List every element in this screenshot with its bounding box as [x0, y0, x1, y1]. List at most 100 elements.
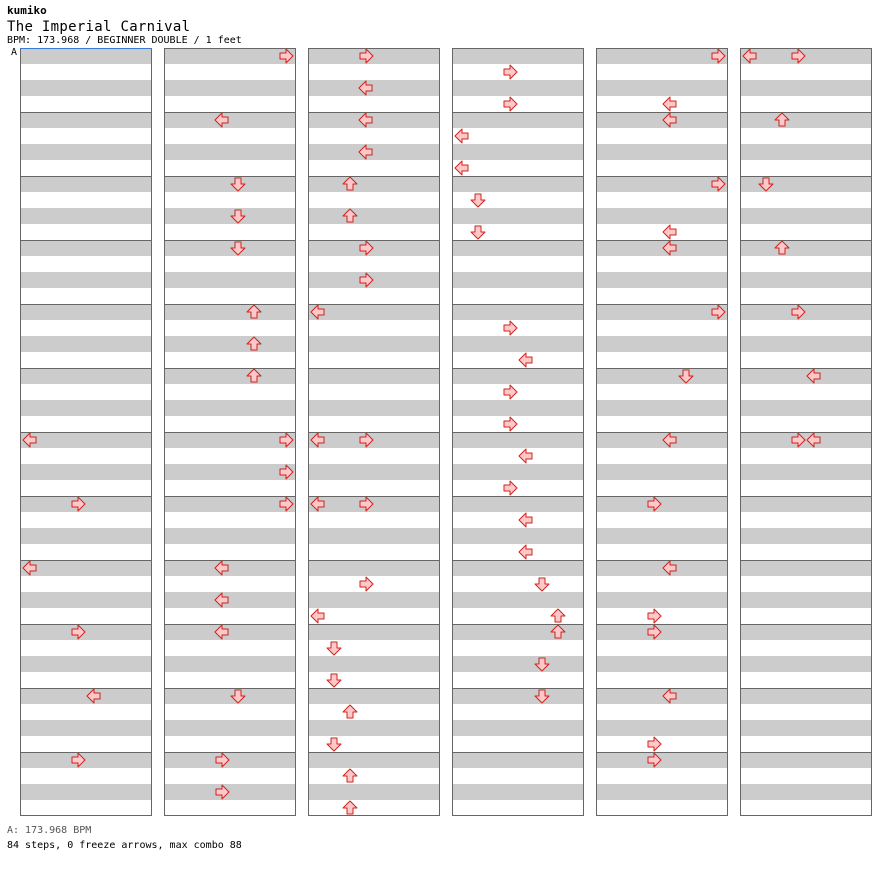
- beat-band: [452, 304, 584, 320]
- beat-band: [740, 208, 872, 224]
- beat-band: [164, 240, 296, 256]
- beat-band: [452, 496, 584, 512]
- beat-band: [308, 464, 440, 480]
- beat-band: [308, 560, 440, 576]
- beat-band: [596, 240, 728, 256]
- beat-band: [596, 336, 728, 352]
- beat-band: [740, 528, 872, 544]
- beat-band: [308, 208, 440, 224]
- beat-band: [740, 336, 872, 352]
- beat-band: [740, 432, 872, 448]
- beat-band: [452, 752, 584, 768]
- beat-band: [20, 624, 152, 640]
- beat-band: [740, 240, 872, 256]
- beat-band: [20, 528, 152, 544]
- beat-band: [596, 464, 728, 480]
- beat-band: [308, 400, 440, 416]
- beat-band: [452, 240, 584, 256]
- beat-band: [20, 464, 152, 480]
- beat-band: [164, 80, 296, 96]
- beat-band: [596, 208, 728, 224]
- beat-band: [596, 112, 728, 128]
- beat-band: [164, 752, 296, 768]
- beat-band: [164, 368, 296, 384]
- beat-band: [20, 752, 152, 768]
- beat-band: [20, 784, 152, 800]
- beat-band: [20, 720, 152, 736]
- beat-band: [596, 496, 728, 512]
- beat-band: [596, 592, 728, 608]
- beat-band: [164, 784, 296, 800]
- beat-band: [20, 304, 152, 320]
- beat-band: [164, 528, 296, 544]
- beat-band: [164, 272, 296, 288]
- beat-band: [164, 112, 296, 128]
- beat-band: [596, 304, 728, 320]
- beat-band: [596, 528, 728, 544]
- beat-band: [164, 688, 296, 704]
- beat-band: [308, 752, 440, 768]
- beat-band: [596, 80, 728, 96]
- beat-band: [308, 592, 440, 608]
- beat-band: [20, 48, 152, 64]
- beat-band: [452, 656, 584, 672]
- beat-band: [20, 208, 152, 224]
- beat-band: [20, 112, 152, 128]
- beat-band: [452, 560, 584, 576]
- beat-band: [308, 496, 440, 512]
- beat-band: [596, 656, 728, 672]
- beat-band: [596, 272, 728, 288]
- beat-band: [452, 368, 584, 384]
- beat-band: [596, 400, 728, 416]
- beat-band: [20, 688, 152, 704]
- beat-band: [740, 784, 872, 800]
- beat-band: [164, 336, 296, 352]
- beat-band: [596, 560, 728, 576]
- beat-band: [308, 688, 440, 704]
- footer-bpm: A: 173.968 BPM: [7, 825, 92, 836]
- beat-band: [452, 720, 584, 736]
- beat-band: [308, 528, 440, 544]
- beat-band: [596, 432, 728, 448]
- beat-band: [308, 176, 440, 192]
- beat-band: [164, 464, 296, 480]
- beat-band: [740, 624, 872, 640]
- beat-band: [308, 272, 440, 288]
- beat-band: [596, 784, 728, 800]
- beat-band: [452, 144, 584, 160]
- beat-band: [164, 144, 296, 160]
- beat-band: [308, 112, 440, 128]
- beat-band: [164, 208, 296, 224]
- beat-band: [452, 208, 584, 224]
- beat-band: [452, 80, 584, 96]
- beat-band: [164, 624, 296, 640]
- beat-band: [20, 432, 152, 448]
- beat-band: [740, 752, 872, 768]
- beat-band: [20, 368, 152, 384]
- beat-band: [452, 336, 584, 352]
- beat-band: [308, 624, 440, 640]
- beat-band: [596, 752, 728, 768]
- beat-band: [740, 272, 872, 288]
- beat-band: [452, 176, 584, 192]
- beat-band: [20, 592, 152, 608]
- beat-band: [20, 496, 152, 512]
- beat-band: [452, 592, 584, 608]
- beat-band: [596, 720, 728, 736]
- beat-band: [596, 368, 728, 384]
- beat-band: [164, 48, 296, 64]
- beat-band: [740, 304, 872, 320]
- beat-band: [740, 80, 872, 96]
- beat-band: [20, 400, 152, 416]
- beat-band: [740, 112, 872, 128]
- beat-band: [164, 400, 296, 416]
- beat-band: [740, 560, 872, 576]
- beat-band: [308, 240, 440, 256]
- beat-band: [308, 432, 440, 448]
- beat-band: [740, 368, 872, 384]
- beat-band: [164, 496, 296, 512]
- beat-band: [740, 400, 872, 416]
- beat-band: [164, 304, 296, 320]
- beat-band: [20, 336, 152, 352]
- beat-band: [596, 48, 728, 64]
